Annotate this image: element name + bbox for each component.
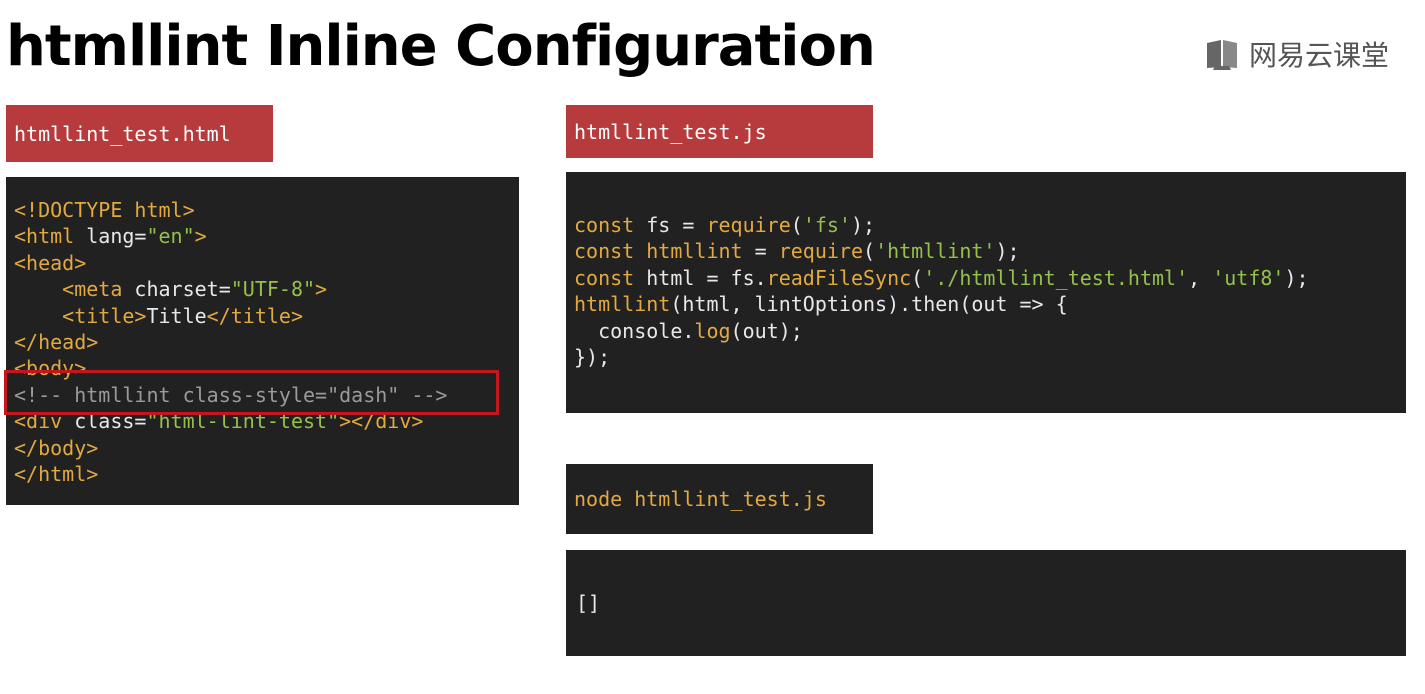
code-token: log [694, 318, 731, 343]
code-token: lang= [86, 224, 147, 249]
code-token: htmllint [634, 239, 743, 264]
code-line: <!DOCTYPE html> [14, 197, 519, 223]
code-token: require [778, 239, 864, 264]
code-line: </body> [14, 435, 519, 461]
code-token: "UTF-8" [230, 277, 316, 302]
js-file-label: htmllint_test.js [566, 105, 873, 158]
code-token: html = fs. [634, 265, 767, 290]
code-token: ); [850, 213, 876, 237]
code-token: > [194, 224, 207, 249]
code-token: ( [911, 265, 924, 290]
code-line: <meta charset="UTF-8"> [14, 276, 519, 302]
terminal-output: [] [576, 591, 601, 615]
code-token: <head> [14, 250, 87, 275]
code-token: <!DOCTYPE html> [14, 198, 195, 222]
code-token: const [574, 265, 635, 290]
highlight-box [4, 370, 499, 415]
code-token: }); [574, 344, 611, 369]
terminal-command: node htmllint_test.js [574, 487, 827, 511]
code-token: </title> [206, 303, 303, 328]
code-token: , [1188, 265, 1213, 290]
code-token: "en" [146, 224, 195, 249]
code-token: './htmllint_test.html' [923, 265, 1189, 290]
code-line: <title>Title</title> [14, 303, 519, 329]
code-token: <title> [14, 303, 147, 328]
code-token: ( [863, 239, 876, 264]
code-line: htmllint(html, lintOptions).then(out => … [574, 291, 1406, 317]
code-line: </html> [14, 461, 519, 487]
code-token: </body> [14, 435, 99, 460]
brand-logo: 网易云课堂 [1205, 34, 1389, 74]
code-line: const fs = require('fs'); [574, 212, 1406, 238]
code-token: = [742, 239, 779, 264]
code-token: fs = [634, 213, 707, 237]
book-icon [1205, 37, 1239, 71]
code-token: const [574, 239, 635, 264]
code-line: console.log(out); [574, 318, 1406, 344]
code-line: </head> [14, 329, 519, 355]
code-token: 'utf8' [1212, 265, 1285, 290]
slide-title: htmllint Inline Configuration [6, 14, 876, 79]
code-token: 'fs' [802, 213, 851, 237]
code-token: ( [790, 213, 803, 237]
js-file-label-text: htmllint_test.js [574, 119, 767, 144]
code-line: const htmllint = require('htmllint'); [574, 238, 1406, 264]
code-token: htmllint [574, 292, 671, 317]
code-line: <html lang="en"> [14, 223, 519, 249]
code-token: > [315, 277, 328, 302]
code-token: </head> [14, 329, 99, 354]
js-code-block: const fs = require('fs'); const htmllint … [566, 172, 1406, 413]
html-code-block: <!DOCTYPE html> <html lang="en"> <head> <m… [6, 177, 519, 505]
code-token: Title [146, 303, 207, 328]
code-line: <head> [14, 250, 519, 276]
code-token: ); [995, 239, 1020, 264]
code-token: console. [574, 318, 695, 343]
brand-name: 网易云课堂 [1249, 39, 1390, 72]
html-file-label-text: htmllint_test.html [14, 121, 231, 146]
code-token: const [574, 213, 635, 237]
code-token: (out); [730, 318, 803, 343]
code-token: require [706, 213, 791, 237]
code-token: </html> [14, 461, 99, 486]
terminal-output-block: [] [566, 550, 1406, 656]
terminal-command-block: node htmllint_test.js [566, 464, 873, 534]
code-token: <meta [14, 277, 135, 302]
code-token: ); [1284, 265, 1309, 290]
code-token: (html, lintOptions).then(out => { [670, 292, 1068, 317]
code-token: 'htmllint' [875, 239, 996, 264]
code-line: }); [574, 344, 1406, 370]
code-token: <html [14, 224, 87, 249]
html-file-label: htmllint_test.html [6, 105, 273, 162]
code-line: const html = fs.readFileSync('./htmllint… [574, 265, 1406, 291]
code-token: readFileSync [766, 265, 912, 290]
code-token: charset= [134, 277, 231, 302]
